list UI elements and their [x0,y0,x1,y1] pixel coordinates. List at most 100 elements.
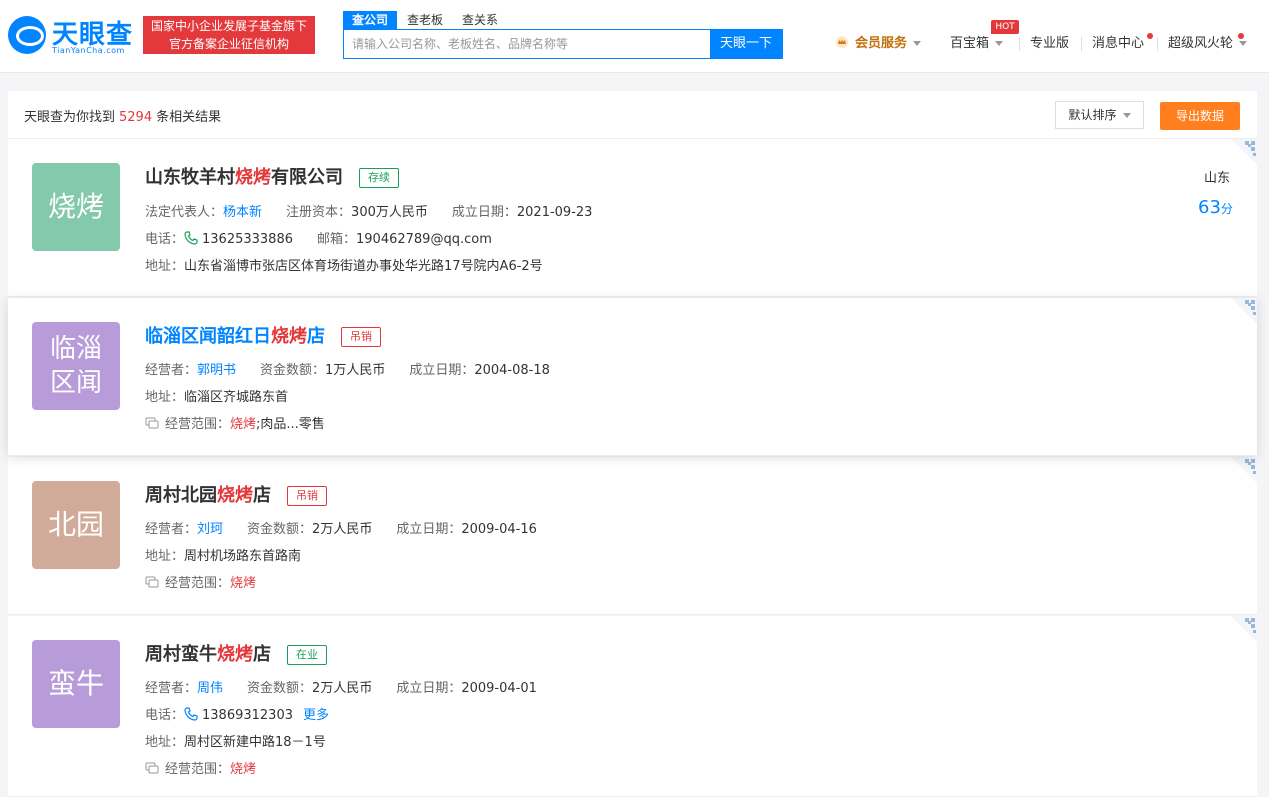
qr-code-icon[interactable] [1231,457,1257,483]
site-logo[interactable]: 天眼查 TianYanCha.com [8,14,136,58]
nav-treasure-box[interactable]: 百宝箱 [950,34,1004,54]
company-name[interactable]: 临淄区闻韶红日烧烤店 吊销 [145,322,381,348]
nav-super-fire-wheel[interactable]: 超级风火轮 [1168,34,1248,54]
address-label: 地址： [145,390,185,405]
search-tab-relation[interactable]: 查关系 [462,11,498,29]
nav-message-center[interactable]: 消息中心 [1092,34,1144,54]
search-box: 天眼一下 [343,29,783,59]
company-address: 地址：周村区新建中路18－1号 [145,731,326,750]
results-header: 天眼查为你找到 5294 条相关结果 默认排序 导出数据 [8,91,1257,139]
hot-badge: HOT [991,20,1019,34]
scope-label: 经营范围： [165,576,231,591]
company-card[interactable]: 北园 周村北园烧烤店 吊销 经营者：刘珂 资金数额：2万人民币 成立日期：2009-0… [8,457,1257,615]
nav-vip-label: 会员服务 [855,36,908,51]
nav-divider [1019,37,1020,51]
scope-label: 经营范围： [165,762,231,777]
caret-down-icon [1122,113,1131,118]
address-label: 地址： [145,549,185,564]
nav-vip-service[interactable]: 会员服务 [835,34,922,54]
qr-code-icon[interactable] [1231,139,1257,165]
scope-icon [145,576,159,588]
scope-highlight: 烧烤 [230,762,257,777]
phone-label: 电话： [145,708,185,723]
scope-highlight: 烧烤 [230,417,257,432]
region-label: 山东 [1204,171,1231,186]
company-name-part: 周村北园 [145,485,217,506]
caret-down-icon [913,41,922,46]
legal-rep-link[interactable]: 杨本新 [223,205,262,220]
slogan-line-1: 国家中小企业发展子基金旗下 [150,19,307,33]
company-name-highlight: 烧烤 [217,485,253,506]
company-address: 地址：山东省淄博市张店区体育场街道办事处华光路17号院内A6-2号 [145,255,543,274]
date-value: 2009-04-16 [461,522,537,537]
sort-dropdown[interactable]: 默认排序 [1055,101,1144,129]
rep-label: 经营者： [145,681,198,696]
logo-eye-icon [8,16,46,54]
nav-pro-version[interactable]: 专业版 [1030,34,1069,54]
date-value: 2009-04-01 [461,681,537,696]
caret-down-icon [1239,41,1248,46]
rep-label: 经营者： [145,522,198,537]
capital-label: 资金数额： [260,363,326,378]
results-suffix: 条相关结果 [156,110,222,125]
nav-fire-label: 超级风火轮 [1168,36,1234,51]
company-card[interactable]: 蛮牛 周村蛮牛烧烤店 在业 经营者：周伟 资金数额：2万人民币 成立日期：2009-0… [8,616,1257,797]
nav-treasure-label: 百宝箱 [950,36,990,51]
capital-label: 资金数额： [247,681,313,696]
phone-label: 电话： [145,232,185,247]
more-phones-link[interactable]: 更多 [303,708,329,723]
email-value: 190462789@qq.com [356,232,492,247]
qr-code-icon[interactable] [1231,298,1257,324]
phone-icon [184,707,198,721]
search-tab-boss[interactable]: 查老板 [407,11,443,29]
company-business-scope: 经营范围：烧烤 [145,572,256,591]
company-card[interactable]: 烧烤 山东牧羊村烧烤有限公司 存续 法定代表人：杨本新 注册资本：300万人民币 成立… [8,139,1257,297]
operator-link[interactable]: 周伟 [197,681,223,696]
address-value: 周村机场路东首路南 [184,549,302,564]
slogan-line-2: 官方备案企业征信机构 [168,37,289,51]
caret-down-icon [995,41,1004,46]
nav-divider [1157,37,1158,51]
search-tab-company[interactable]: 查公司 [343,11,398,29]
capital-label: 资金数额： [247,522,313,537]
company-name[interactable]: 山东牧羊村烧烤有限公司 存续 [145,163,399,189]
company-business-scope: 经营范围：烧烤 [145,758,256,777]
company-basic-info: 经营者：周伟 资金数额：2万人民币 成立日期：2009-04-01 [145,677,537,696]
scope-value: ;肉品...零售 [256,417,325,432]
address-value: 周村区新建中路18－1号 [184,735,326,750]
address-label: 地址： [145,259,185,274]
company-basic-info: 经营者：郭明书 资金数额：1万人民币 成立日期：2004-08-18 [145,359,550,378]
top-header: 天眼查 TianYanCha.com 国家中小企业发展子基金旗下 官方备案企业征… [0,0,1269,73]
operator-link[interactable]: 刘珂 [197,522,223,537]
export-data-button[interactable]: 导出数据 [1160,102,1240,130]
company-name-part: 周村蛮牛 [145,644,217,665]
rep-label: 法定代表人： [145,205,224,220]
capital-label: 注册资本： [286,205,352,220]
company-score: 63分 [1198,197,1233,218]
scope-highlight: 烧烤 [230,576,257,591]
phone-value: 13869312303 [202,708,293,723]
scope-icon [145,762,159,774]
address-label: 地址： [145,735,185,750]
company-name-part: 临淄区闻韶红日 [145,326,271,347]
company-name[interactable]: 周村蛮牛烧烤店 在业 [145,640,327,666]
logo-subtext: TianYanCha.com [52,46,125,55]
status-badge: 在业 [287,645,327,665]
status-badge: 吊销 [341,327,381,347]
status-badge: 吊销 [287,486,327,506]
qr-code-icon[interactable] [1231,616,1257,642]
company-name-part: 有限公司 [271,167,343,188]
date-label: 成立日期： [396,522,462,537]
operator-link[interactable]: 郭明书 [197,363,236,378]
search-button[interactable]: 天眼一下 [710,29,782,59]
company-name-part: 店 [253,485,271,506]
results-count: 5294 [119,110,153,125]
company-avatar: 北园 [32,481,120,569]
search-input[interactable] [344,30,712,58]
company-card[interactable]: 临淄区闻 临淄区闻韶红日烧烤店 吊销 经营者：郭明书 资金数额：1万人民币 成立日期：… [8,298,1257,456]
company-basic-info: 经营者：刘珂 资金数额：2万人民币 成立日期：2009-04-16 [145,518,537,537]
results-prefix: 天眼查为你找到 [24,110,116,125]
status-badge: 存续 [359,168,399,188]
company-name[interactable]: 周村北园烧烤店 吊销 [145,481,327,507]
score-unit: 分 [1220,202,1233,216]
